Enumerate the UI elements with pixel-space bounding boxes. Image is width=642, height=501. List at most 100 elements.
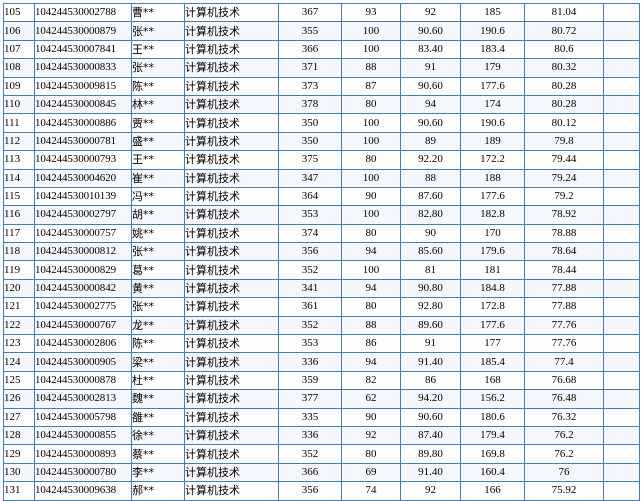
table-row: 123 104244530002806 陈** 计算机技术 353 86 91 177 77.7… <box>3 334 640 354</box>
major-cell: 计算机技术 <box>184 168 279 188</box>
table-row: 121 104244530002775 张** 计算机技术 361 80 92.80 172.… <box>3 297 640 317</box>
table-row: 131 104244530009638 郝** 计算机技术 356 74 92 166 75.9… <box>3 481 640 501</box>
score-a-cell: 87 <box>341 76 401 96</box>
score-b-cell: 92.80 <box>400 297 461 317</box>
retest-total-cell: 177 <box>460 334 525 354</box>
table-row: 106 104244530000879 张** 计算机技术 355 100 90.60 190… <box>3 21 640 41</box>
empty-cell <box>603 150 640 170</box>
table-row: 124 104244530000905 梁** 计算机技术 336 94 91.40 185.… <box>3 352 640 372</box>
rank-cell: 126 <box>3 389 35 409</box>
score-b-cell: 94.20 <box>400 389 461 409</box>
table-row: 128 104244530000855 徐** 计算机技术 336 92 87.40 179.… <box>3 425 640 446</box>
final-score-cell: 80.28 <box>524 76 604 96</box>
final-score-cell: 79.8 <box>524 131 604 152</box>
final-score-cell: 78.64 <box>524 242 604 262</box>
retest-total-cell: 190.6 <box>460 21 525 41</box>
major-cell: 计算机技术 <box>184 58 279 78</box>
final-score-cell: 78.88 <box>524 223 604 244</box>
score-a-cell: 88 <box>341 315 401 336</box>
retest-total-cell: 182.8 <box>460 205 525 225</box>
retest-total-cell: 181 <box>460 260 525 280</box>
name-cell: 张** <box>131 58 185 78</box>
major-cell: 计算机技术 <box>184 223 279 244</box>
name-cell: 陈** <box>131 334 185 354</box>
exam-id-cell: 104244530000886 <box>34 113 132 133</box>
score-a-cell: 100 <box>341 205 401 225</box>
initial-score-cell: 352 <box>278 315 342 336</box>
name-cell: 盛** <box>131 131 185 152</box>
rank-cell: 124 <box>3 352 35 372</box>
major-cell: 计算机技术 <box>184 94 279 115</box>
table-row: 115 104244530010139 冯** 计算机技术 364 90 87.60 177.… <box>3 186 640 207</box>
final-score-cell: 79.2 <box>524 186 604 207</box>
retest-total-cell: 172.8 <box>460 297 525 317</box>
name-cell: 张** <box>131 21 185 41</box>
initial-score-cell: 353 <box>278 205 342 225</box>
empty-cell <box>603 94 640 115</box>
major-cell: 计算机技术 <box>184 150 279 170</box>
name-cell: 曹** <box>131 2 185 23</box>
initial-score-cell: 336 <box>278 425 342 446</box>
major-cell: 计算机技术 <box>184 481 279 501</box>
rank-cell: 114 <box>3 168 35 188</box>
table-row: 112 104244530000781 盛** 计算机技术 350 100 89 189 79.… <box>3 131 640 152</box>
score-a-cell: 62 <box>341 389 401 409</box>
name-cell: 张** <box>131 242 185 262</box>
score-a-cell: 94 <box>341 278 401 299</box>
score-a-cell: 80 <box>341 94 401 115</box>
exam-id-cell: 104244530000781 <box>34 131 132 152</box>
initial-score-cell: 356 <box>278 481 342 501</box>
initial-score-cell: 378 <box>278 94 342 115</box>
major-cell: 计算机技术 <box>184 242 279 262</box>
empty-cell <box>603 21 640 41</box>
final-score-cell: 79.44 <box>524 150 604 170</box>
major-cell: 计算机技术 <box>184 2 279 23</box>
major-cell: 计算机技术 <box>184 186 279 207</box>
major-cell: 计算机技术 <box>184 407 279 427</box>
score-b-cell: 90.60 <box>400 113 461 133</box>
name-cell: 雒** <box>131 407 185 427</box>
final-score-cell: 76.32 <box>524 407 604 427</box>
score-a-cell: 94 <box>341 242 401 262</box>
score-b-cell: 91 <box>400 334 461 354</box>
table-row: 119 104244530000829 葛** 计算机技术 352 100 81 181 78.… <box>3 260 640 280</box>
rank-cell: 125 <box>3 370 35 391</box>
initial-score-cell: 335 <box>278 407 342 427</box>
score-a-cell: 94 <box>341 352 401 372</box>
final-score-cell: 77.4 <box>524 352 604 372</box>
table-row: 127 104244530005798 雒** 计算机技术 335 90 90.60 180.… <box>3 407 640 427</box>
name-cell: 胡** <box>131 205 185 225</box>
retest-total-cell: 160.4 <box>460 462 525 483</box>
initial-score-cell: 341 <box>278 278 342 299</box>
final-score-cell: 79.24 <box>524 168 604 188</box>
major-cell: 计算机技术 <box>184 260 279 280</box>
initial-score-cell: 355 <box>278 21 342 41</box>
name-cell: 冯** <box>131 186 185 207</box>
score-a-cell: 92 <box>341 425 401 446</box>
score-b-cell: 87.40 <box>400 425 461 446</box>
name-cell: 蔡** <box>131 444 185 464</box>
score-table-body: 105 104244530002788 曹** 计算机技术 367 93 92 185 81.0… <box>3 2 640 501</box>
empty-cell <box>603 444 640 464</box>
initial-score-cell: 347 <box>278 168 342 188</box>
score-b-cell: 90.60 <box>400 407 461 427</box>
retest-total-cell: 185 <box>460 2 525 23</box>
table-row: 120 104244530000842 黄** 计算机技术 341 94 90.80 184.… <box>3 278 640 299</box>
initial-score-cell: 374 <box>278 223 342 244</box>
exam-id-cell: 104244530000793 <box>34 150 132 170</box>
score-b-cell: 81 <box>400 260 461 280</box>
rank-cell: 115 <box>3 186 35 207</box>
final-score-cell: 77.88 <box>524 278 604 299</box>
final-score-cell: 76.2 <box>524 444 604 464</box>
rank-cell: 117 <box>3 223 35 244</box>
name-cell: 崔** <box>131 168 185 188</box>
rank-cell: 120 <box>3 278 35 299</box>
name-cell: 王** <box>131 150 185 170</box>
score-a-cell: 100 <box>341 113 401 133</box>
score-a-cell: 82 <box>341 370 401 391</box>
score-b-cell: 86 <box>400 370 461 391</box>
retest-total-cell: 179 <box>460 58 525 78</box>
initial-score-cell: 367 <box>278 2 342 23</box>
table-row: 116 104244530002797 胡** 计算机技术 353 100 82.80 182… <box>3 205 640 225</box>
major-cell: 计算机技术 <box>184 39 279 60</box>
